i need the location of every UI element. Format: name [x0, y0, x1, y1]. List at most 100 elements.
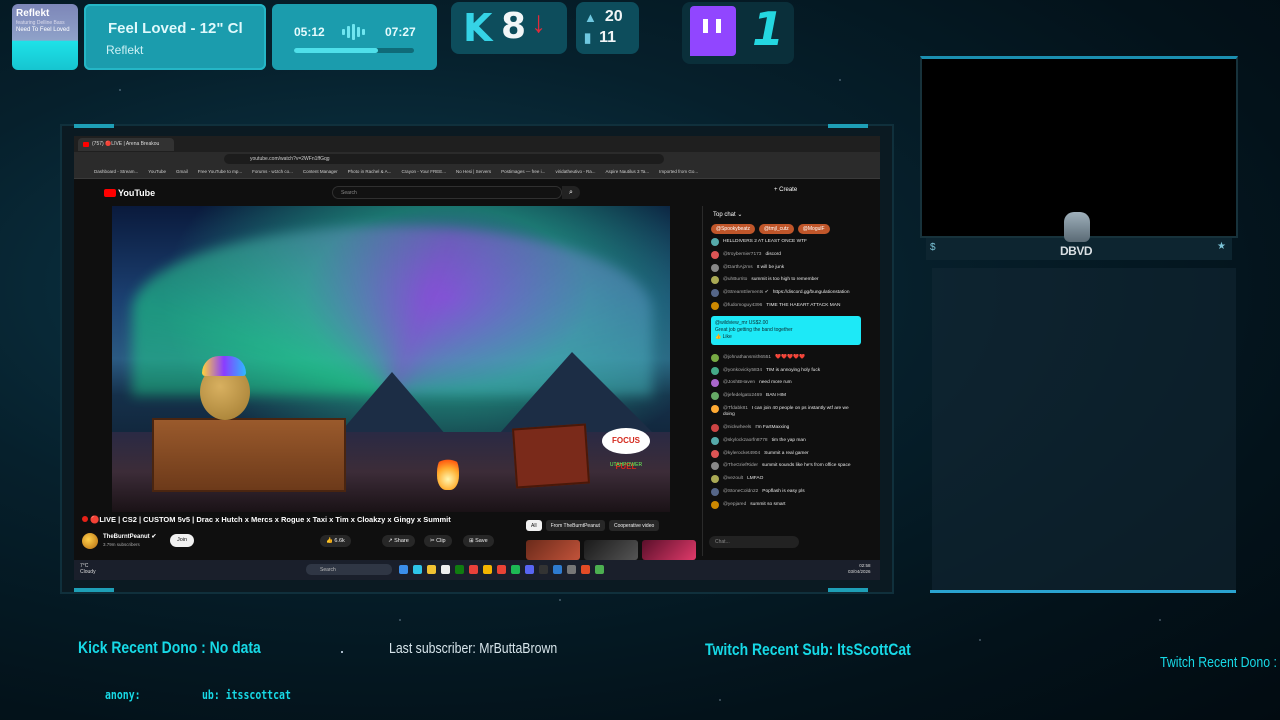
chat-message: @jefedelgato2469 BAN HIM [711, 392, 861, 401]
chat-avatar [711, 404, 719, 413]
youtube-logo[interactable]: YouTube [104, 188, 155, 198]
top-chat-dropdown[interactable]: Top chat ⌄ [713, 211, 742, 218]
star-icon: ★ [1217, 241, 1226, 252]
taskbar-clock[interactable]: 02:58 03/04/2026 [848, 563, 871, 575]
pinned-supporter[interactable]: @tmjl_cutz [758, 224, 794, 234]
chat-username[interactable]: @uhBurrito [723, 277, 747, 282]
recommendation-chip[interactable]: Cooperative video [608, 520, 660, 531]
search-icon[interactable]: ⌕ [562, 186, 580, 199]
chat-username[interactable]: @JoshBHaven [723, 380, 755, 385]
bookmark-item[interactable]: Aspire Nautilus 3 Ta... [605, 169, 649, 178]
bookmark-item[interactable]: Content Manager [303, 169, 338, 178]
side-panel-accent [930, 590, 1236, 593]
pinned-supporter[interactable]: @MogulF [797, 224, 830, 234]
channel-name[interactable]: TheBurntPeanut ✔ [103, 533, 156, 540]
create-button[interactable]: + Create [774, 187, 797, 193]
chat-avatar [711, 263, 719, 272]
chat-username[interactable]: @nickwheels [723, 425, 751, 430]
weather-widget[interactable]: 7°C Cloudy [80, 563, 96, 575]
chat-avatar [711, 462, 719, 471]
song-title: Feel Loved - 12" Cl [108, 20, 243, 37]
join-button[interactable]: Join [170, 534, 194, 547]
chat-text: TIME THE HAEART ATTACK MAN [766, 302, 841, 308]
kick-logo-icon: K [463, 6, 493, 50]
bookmark-item[interactable]: YouTube [148, 169, 166, 178]
elapsed-time: 05:12 [294, 25, 325, 39]
bookmark-item[interactable]: Forums - w1tch co... [252, 169, 293, 178]
album-art-subtitle: featuring Delline Bass [16, 20, 65, 26]
chat-message: @uhBurrito summit is too high to remember [711, 276, 861, 285]
chat-username[interactable]: @troybernier7173 [723, 252, 761, 257]
chat-username[interactable]: @Tfdabk81 [723, 406, 748, 411]
chat-text: summit so smart [750, 501, 786, 507]
pinned-supporter[interactable]: @Spookybeatz [711, 224, 755, 234]
chat-avatar [711, 487, 719, 496]
chat-messages: HELLDIVERS 2 AT LEAST ONCE WTF @troyberni… [711, 238, 861, 515]
chat-input[interactable]: Chat... [709, 536, 799, 548]
windows-taskbar: 7°C Cloudy Search 02:58 03/04/2026 [74, 560, 880, 580]
followers-icon: ▲ [584, 9, 597, 25]
share-button[interactable]: ↗ Share [382, 535, 415, 547]
taskbar-search[interactable]: Search [306, 564, 392, 575]
duration-time: 07:27 [385, 25, 416, 39]
browser-tab[interactable]: (757) 🔴LIVE | Arena Breakou [78, 138, 174, 151]
recommendation-chip[interactable]: All [526, 520, 542, 531]
chat-text: summit sounds like he's from office spac… [762, 463, 851, 469]
bookmark-item[interactable]: viridatheutivo - Ra... [555, 169, 595, 178]
like-button[interactable]: 👍 6.6k [320, 535, 351, 547]
progress-fill [294, 48, 378, 53]
recommendation-thumbnails [526, 540, 696, 560]
pinned-supporters: @Spookybeatz @tmjl_cutz @MogulF [711, 224, 830, 234]
address-bar[interactable]: youtube.com/watch?v=2WFn1ffGqg [224, 154, 664, 164]
chat-username[interactable]: @jefedelgato2469 [723, 393, 762, 398]
playback-progress-card: 05:12 07:27 [272, 4, 437, 70]
chat-message: @yepjared summit so smart [711, 500, 861, 509]
chat-username[interactable]: @skylockzaorfn8778 [723, 438, 768, 443]
chat-avatar [711, 449, 719, 458]
equalizer-icon [342, 24, 368, 40]
recommendation-chip[interactable]: From TheBurntPeanut [545, 520, 605, 531]
chat-username[interactable]: @yonkovicky5834 [723, 368, 762, 373]
save-button[interactable]: ⊞ Save [463, 535, 494, 547]
chat-username[interactable]: @StoneColdn22 [723, 489, 758, 494]
chat-text: I'm FartMaxxing [755, 424, 790, 430]
frame-accent [828, 124, 868, 128]
bookmark-item[interactable]: Free YouTube to mp... [198, 169, 242, 178]
bookmark-item[interactable]: Postimages — free i... [501, 169, 545, 178]
chat-text: HELLDIVERS 2 AT LEAST ONCE WTF [723, 239, 807, 244]
chat-message: @yonkovicky5834 TIM is annoying holy fuck [711, 366, 861, 375]
bookmark-item[interactable]: Gmail [176, 169, 188, 178]
chat-username[interactable]: @fudomoguy4396 [723, 303, 762, 308]
twitch-logo-icon [690, 6, 736, 56]
chat-avatar [711, 475, 719, 484]
chat-avatar [711, 289, 719, 298]
bookmark-item[interactable]: No Hesi | Servers [456, 169, 491, 178]
bookmark-item[interactable]: Imported from Go... [659, 169, 698, 178]
chat-username[interactable]: @yepjared [723, 502, 746, 507]
chat-message: @vezoult LMFAO [711, 475, 861, 484]
stat-top-value: 20 [604, 8, 623, 25]
chat-text: discord [765, 251, 781, 257]
chat-username[interactable]: @vezoult [723, 476, 743, 481]
bookmark-item[interactable]: Photo in Rachel & A... [348, 169, 392, 178]
chat-username[interactable]: @kylerocket4904 [723, 451, 760, 456]
chat-text: https://discord.gg/bungulationstation [772, 290, 850, 296]
chat-username[interactable]: @StreamElements ✔ [723, 290, 769, 295]
clip-button[interactable]: ✂ Clip [424, 535, 452, 547]
chat-message: @kylerocket4904 Summit a real gamer [711, 449, 861, 458]
youtube-search-input[interactable]: Search [332, 186, 562, 199]
bookmark-item[interactable]: Crayon - Your FREE... [401, 169, 446, 178]
chat-message: @johnathansmith6551 ❤️❤️❤️❤️❤️ [711, 353, 861, 362]
peanut-cap [202, 356, 246, 376]
super-chat-like-button[interactable]: 👍 Like [715, 334, 857, 341]
video-player[interactable]: FOCUS FUEL UTAHPOWER [112, 206, 670, 512]
chat-username[interactable]: @johnathansmith6551 [723, 355, 771, 360]
channel-avatar[interactable] [82, 533, 98, 549]
kick-viewer-count: 8 [501, 6, 527, 47]
chat-message: @skylockzaorfn8778 tim the yap man [711, 436, 861, 445]
focus-fuel-logo: FOCUS FUEL UTAHPOWER [602, 428, 650, 488]
bookmark-item[interactable]: Dashboard - Stream... [94, 169, 138, 178]
chat-username[interactable]: @TheGriefRider [723, 463, 758, 468]
frame-accent [828, 588, 868, 592]
chat-username[interactable]: @DarthAjzms [723, 265, 753, 270]
